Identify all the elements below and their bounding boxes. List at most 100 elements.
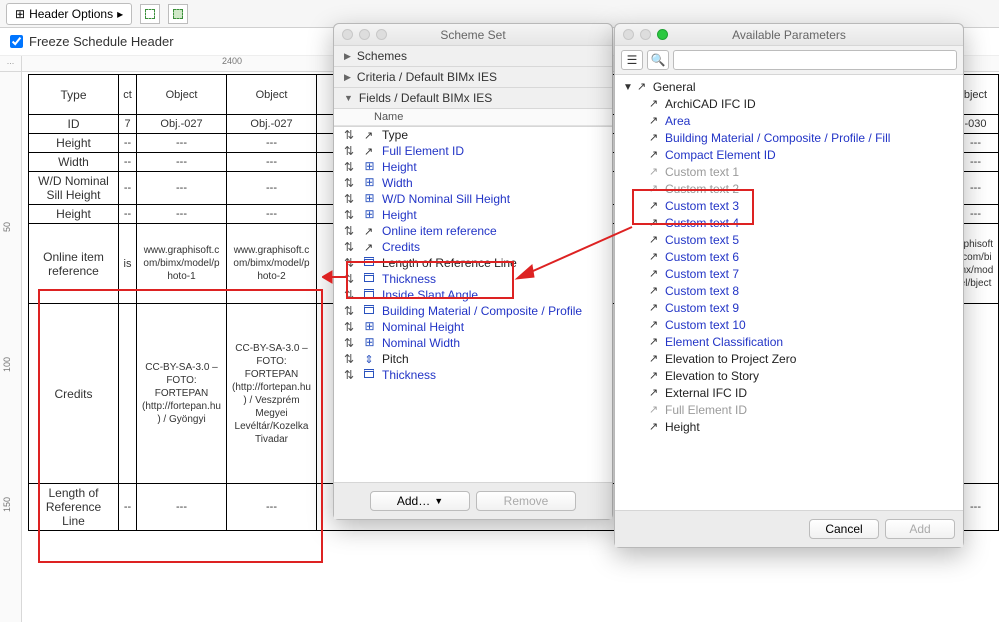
traffic-lights[interactable] [623,29,668,40]
titlebar[interactable]: Available Parameters [615,24,963,46]
cursor-icon [649,300,661,317]
scheme-settings-window: Scheme Set ▶Schemes ▶Criteria / Default … [333,23,613,520]
available-parameters-window: Available Parameters ☰ 🔍 ▼ General Archi… [614,23,964,548]
zoom-dot[interactable] [376,29,387,40]
cursor-icon [649,419,661,436]
section-criteria[interactable]: ▶Criteria / Default BIMx IES [334,67,612,88]
cursor-icon [649,113,661,130]
search-mode-button[interactable]: 🔍 [647,50,669,70]
cancel-button[interactable]: Cancel [809,519,879,539]
header-options-button[interactable]: ⊞ Header Options ▸ [6,3,132,25]
tree-item-label: Elevation to Story [665,368,759,385]
add-button[interactable]: Add [885,519,955,539]
cursor-icon [649,351,661,368]
field-row[interactable]: ⇅Full Element ID [334,143,612,159]
field-row[interactable]: ⇅Inside Slant Angle [334,287,612,303]
tree-root[interactable]: ▼ General [615,79,963,96]
cursor-icon [649,181,661,198]
cursor-icon [649,164,661,181]
tree-item[interactable]: Height [615,419,963,436]
field-row[interactable]: ⇅Type [334,127,612,143]
cursor-icon [362,225,376,238]
close-dot[interactable] [623,29,634,40]
updown-icon: ⇅ [342,368,356,382]
tree-item[interactable]: Elevation to Project Zero [615,351,963,368]
tree-item[interactable]: Custom text 7 [615,266,963,283]
tree-item[interactable]: Custom text 2 [615,181,963,198]
tree-item-label: Custom text 10 [665,317,746,334]
field-row[interactable]: ⇅Nominal Width [334,335,612,351]
min-dot[interactable] [640,29,651,40]
tree-item[interactable]: Full Element ID [615,402,963,419]
cell: www.graphisoft.com/bimx/model/photo-2 [227,224,317,304]
cursor-icon [362,241,376,254]
field-row[interactable]: ⇅Pitch [334,351,612,367]
tree-item[interactable]: ArchiCAD IFC ID [615,96,963,113]
tree-item[interactable]: Custom text 1 [615,164,963,181]
remove-button[interactable]: Remove [476,491,576,511]
tree-item-label: Elevation to Project Zero [665,351,796,368]
field-row[interactable]: ⇅Length of Reference Line [334,255,612,271]
field-row[interactable]: ⇅Online item reference [334,223,612,239]
field-row[interactable]: ⇅Credits [334,239,612,255]
fields-list[interactable]: ⇅Type⇅Full Element ID⇅Height⇅Width⇅W/D N… [334,126,612,482]
titlebar[interactable]: Scheme Set [334,24,612,46]
field-row[interactable]: ⇅Nominal Height [334,319,612,335]
cell: -- [119,134,137,153]
tree-item[interactable]: Custom text 6 [615,249,963,266]
tree-item[interactable]: Custom text 10 [615,317,963,334]
accordion: ▶Schemes ▶Criteria / Default BIMx IES ▼F… [334,46,612,109]
field-label: Credits [382,240,420,254]
row-label: W/D Nominal Sill Height [29,172,119,205]
field-row[interactable]: ⇅ Height [334,159,612,175]
tree-item[interactable]: External IFC ID [615,385,963,402]
section-fields[interactable]: ▼Fields / Default BIMx IES [334,88,612,109]
tree-item[interactable]: Custom text 3 [615,198,963,215]
field-label: Height [382,160,417,174]
tree-item[interactable]: Custom text 8 [615,283,963,300]
zoom-dot[interactable] [657,29,668,40]
field-row[interactable]: ⇅W/D Nominal Sill Height [334,191,612,207]
row-label: Width [29,153,119,172]
list-mode-button[interactable]: ☰ [621,50,643,70]
ruler-vtick: 50 [2,222,12,232]
section-schemes[interactable]: ▶Schemes [334,46,612,67]
tree-item[interactable]: Building Material / Composite / Profile … [615,130,963,147]
field-row[interactable]: ⇅Width [334,175,612,191]
close-dot[interactable] [342,29,353,40]
field-row[interactable]: ⇅Thickness [334,271,612,287]
cell: --- [227,172,317,205]
param-tree[interactable]: ▼ General ArchiCAD IFC IDAreaBuilding Ma… [615,75,963,510]
triangle-right-icon: ▶ [344,72,351,83]
cursor-icon [649,283,661,300]
add-button[interactable]: Add…▼ [370,491,470,511]
cursor-icon [649,130,661,147]
traffic-lights[interactable] [342,29,387,40]
field-row[interactable]: ⇅Building Material / Composite / Profile [334,303,612,319]
freeze-checkbox[interactable] [10,35,23,48]
tree-item[interactable]: Elevation to Story [615,368,963,385]
stack-icon [362,257,376,269]
tree-item[interactable]: Area [615,113,963,130]
updown-icon: ⇅ [342,224,356,238]
search-input[interactable] [673,50,957,70]
bbox-button-1[interactable] [140,4,160,24]
field-label: Length of Reference Line [382,256,517,270]
tree-item[interactable]: Custom text 9 [615,300,963,317]
tree-item[interactable]: Element Classification [615,334,963,351]
tree-item[interactable]: Compact Element ID [615,147,963,164]
tree-item[interactable]: Custom text 4 [615,215,963,232]
tree-item[interactable]: Custom text 5 [615,232,963,249]
field-row[interactable]: ⇅Thickness [334,367,612,383]
row-label: Height [29,134,119,153]
bbox-button-2[interactable] [168,4,188,24]
table-icon: ⊞ [15,7,25,21]
updown-icon: ⇅ [342,288,356,302]
fields-header: Name [334,109,612,126]
min-dot[interactable] [359,29,370,40]
field-label: Thickness [382,272,436,286]
field-row[interactable]: ⇅Height [334,207,612,223]
updown-icon: ⇅ [342,160,356,174]
header-options-label: Header Options [29,7,113,21]
cell [119,304,137,484]
